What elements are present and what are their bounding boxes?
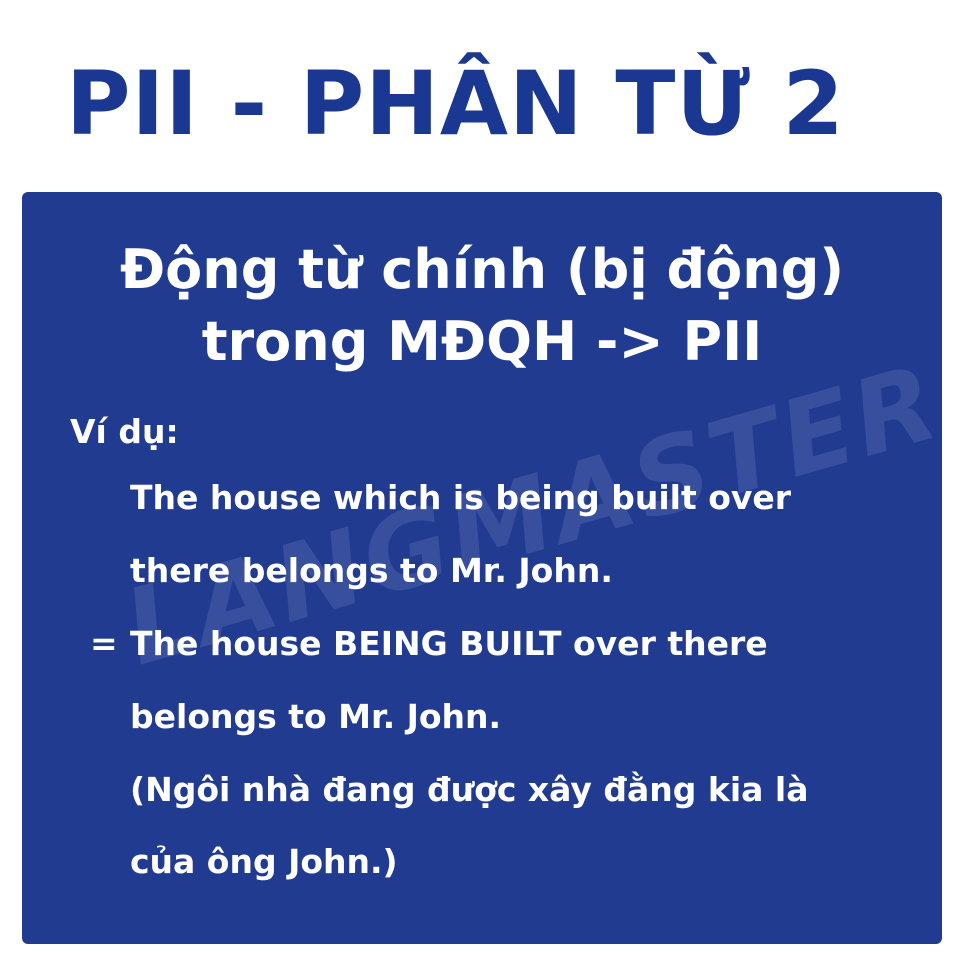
example-line-4: belongs to Mr. John.	[130, 697, 502, 736]
card-heading: Động từ chính (bị động) trong MĐQH -> PI…	[22, 234, 942, 378]
equals-sign: =	[90, 624, 118, 663]
example-line-3: The house BEING BUILT over there	[130, 624, 768, 663]
translation-line-2: của ông John.)	[130, 842, 398, 881]
example-line-1: The house which is being built over	[130, 478, 792, 517]
translation-line-1: (Ngôi nhà đang được xây đằng kia là	[130, 770, 809, 809]
example-line-2: there belongs to Mr. John.	[130, 551, 613, 590]
page-title: PII - PHÂN TỪ 2	[66, 52, 845, 155]
card-heading-line-2: trong MĐQH -> PII	[201, 310, 763, 373]
example-label: Ví dụ:	[70, 412, 179, 451]
content-card: LANGMASTER Động từ chính (bị động) trong…	[22, 192, 942, 944]
card-heading-line-1: Động từ chính (bị động)	[119, 238, 845, 301]
